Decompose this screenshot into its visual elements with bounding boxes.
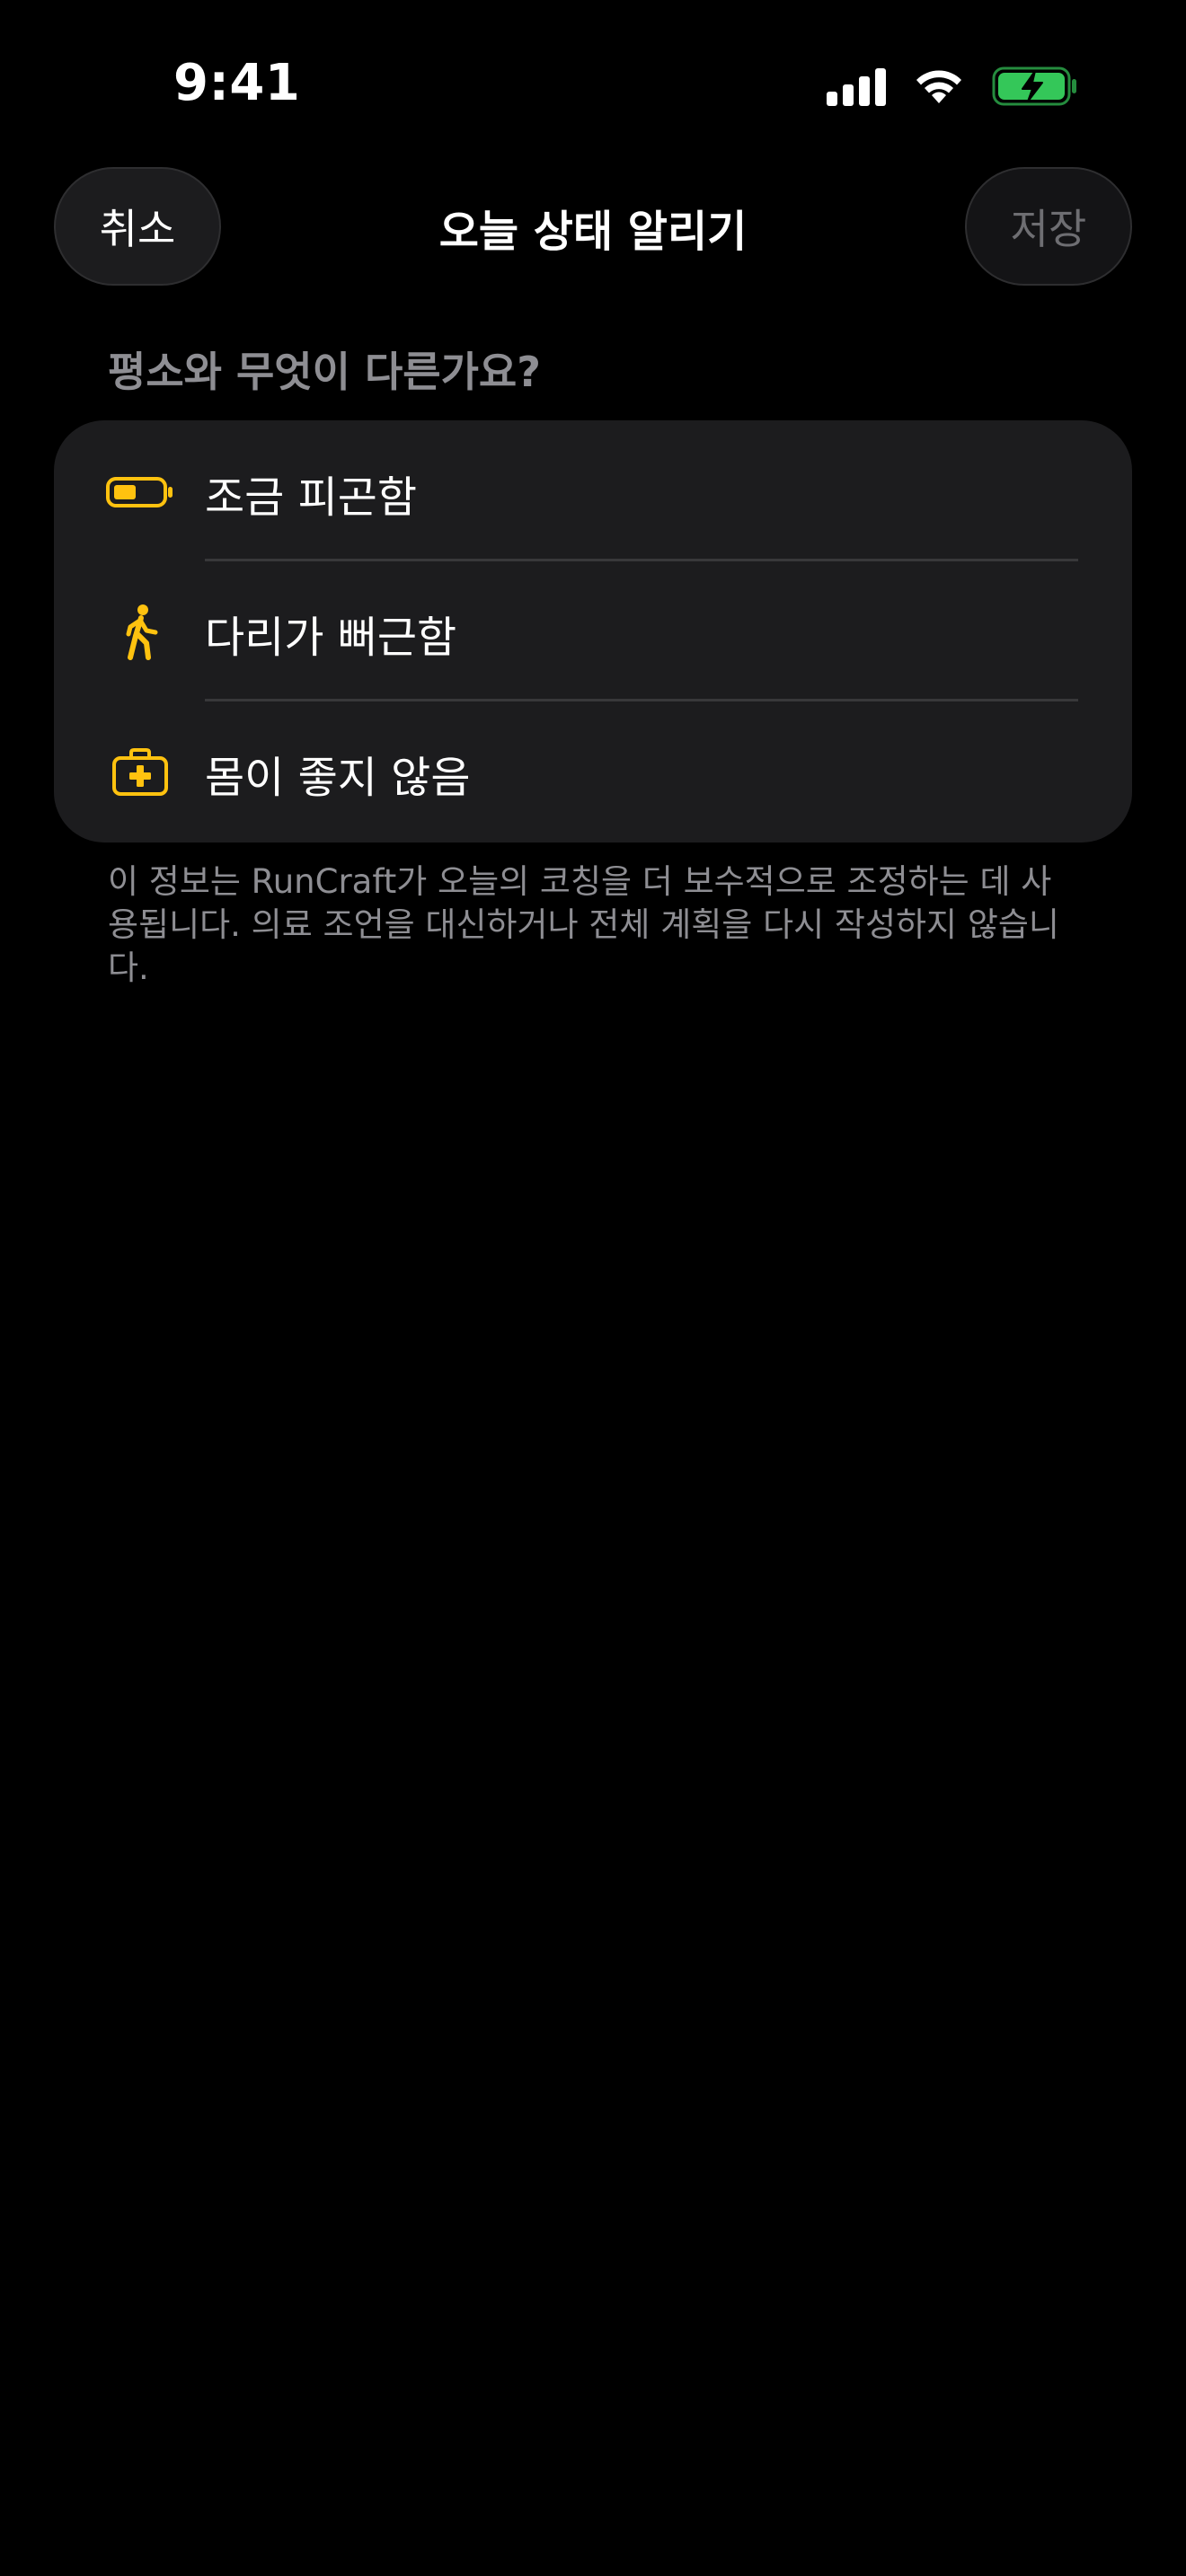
cellular-signal-icon — [827, 66, 886, 106]
option-tired[interactable]: 조금 피곤함 — [54, 420, 1132, 560]
screen: 9:41 취소 오늘 상태 알리기 저장 평소와 무엇이 다른가요? 조금 피곤… — [0, 0, 1186, 2576]
footer-note: 이 정보는 RunCraft가 오늘의 코칭을 더 보수적으로 조정하는 데 사… — [108, 862, 1059, 987]
option-unwell[interactable]: 몸이 좋지 않음 — [54, 701, 1132, 841]
option-label: 몸이 좋지 않음 — [205, 753, 471, 803]
battery-charging-icon — [992, 66, 1076, 106]
battery-low-icon — [104, 456, 176, 528]
status-time: 9:41 — [173, 54, 301, 112]
options-list: 조금 피곤함 다리가 뻐근함 몸이 좋지 않음 — [54, 420, 1132, 842]
section-header: 평소와 무엇이 다른가요? — [108, 348, 541, 396]
option-stiff-legs[interactable]: 다리가 뻐근함 — [54, 560, 1132, 701]
option-label: 다리가 뻐근함 — [205, 613, 457, 663]
option-label: 조금 피곤함 — [205, 472, 418, 523]
home-indicator — [467, 2524, 719, 2533]
wifi-icon — [916, 70, 961, 103]
save-button[interactable]: 저장 — [965, 167, 1132, 286]
status-bar: 9:41 — [0, 0, 1186, 171]
figure-walk-icon — [104, 596, 176, 668]
medical-kit-icon — [104, 737, 176, 808]
status-icons — [827, 63, 1078, 110]
